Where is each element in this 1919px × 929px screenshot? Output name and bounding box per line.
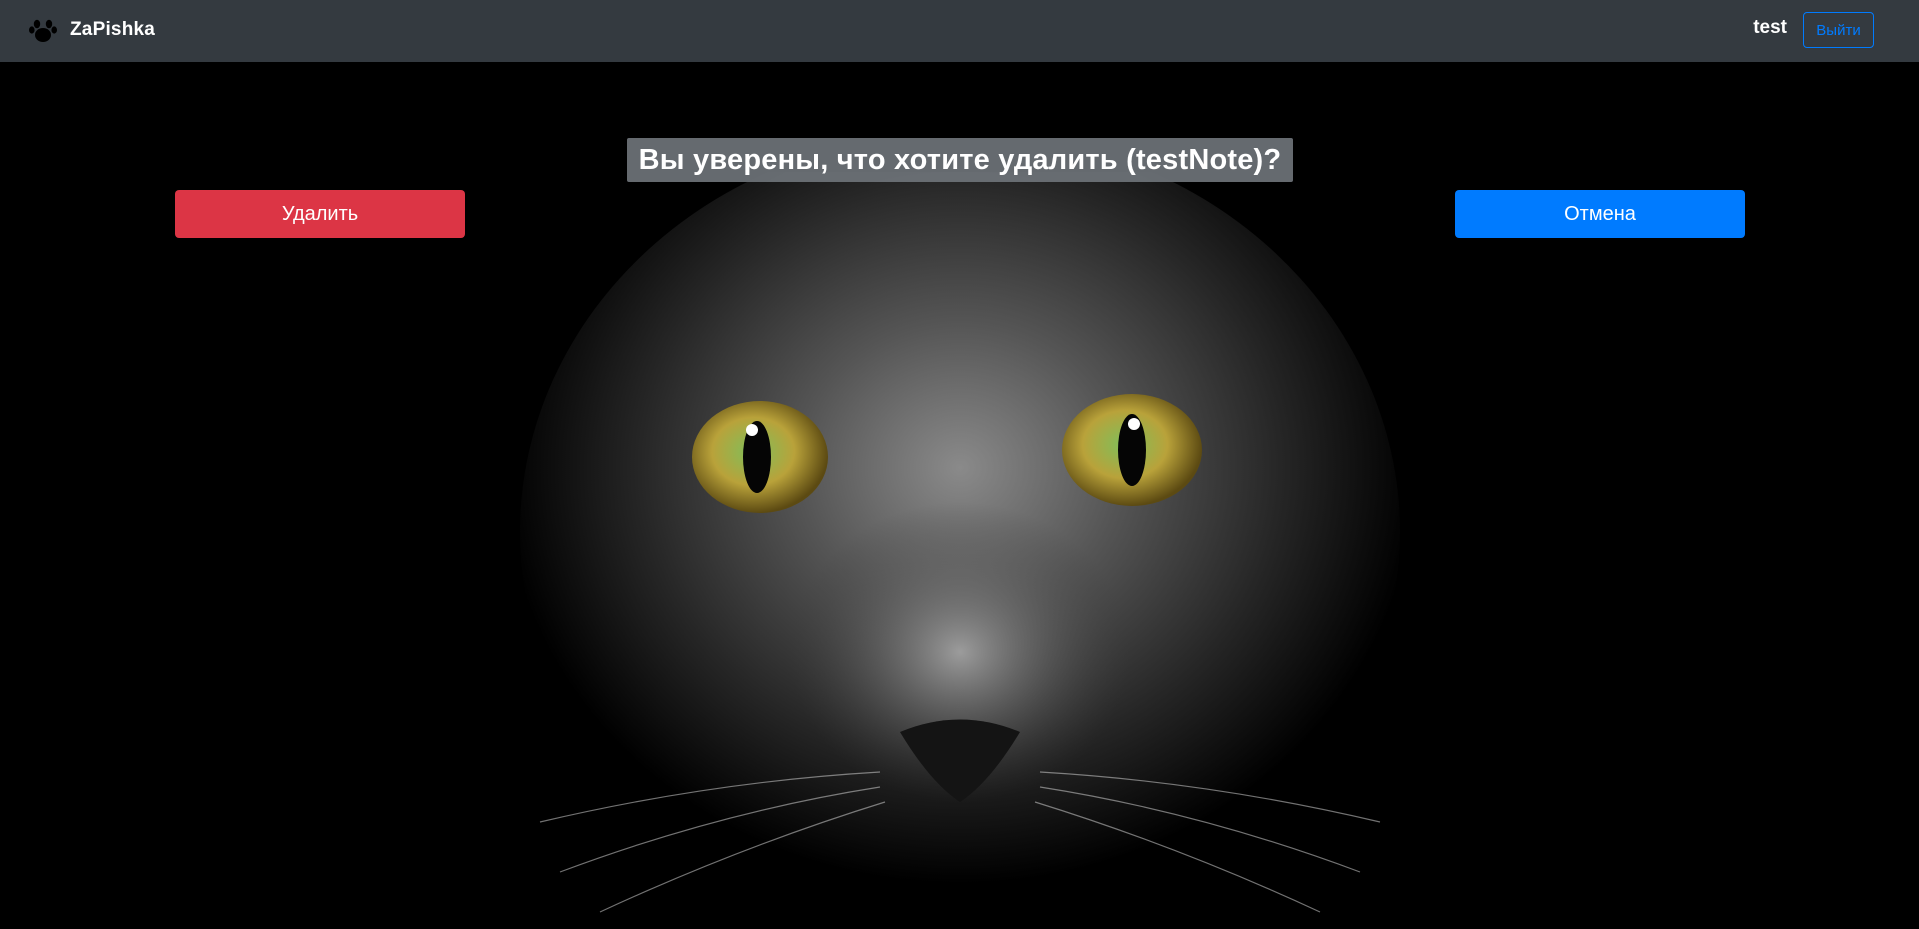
delete-confirmation-title: Вы уверены, что хотите удалить (testNote… (627, 138, 1293, 182)
current-user: test (1753, 17, 1787, 38)
cat-background-image (460, 132, 1460, 929)
main-stage: Вы уверены, что хотите удалить (testNote… (0, 62, 1919, 929)
paw-icon (28, 16, 58, 44)
cancel-button[interactable]: Отмена (1455, 190, 1745, 238)
top-navbar: ZaPishka test Выйти (0, 0, 1919, 62)
logout-button[interactable]: Выйти (1803, 12, 1874, 48)
delete-button[interactable]: Удалить (175, 190, 465, 238)
brand-name: ZaPishka (70, 19, 156, 40)
brand-link[interactable]: ZaPishka (28, 12, 155, 48)
